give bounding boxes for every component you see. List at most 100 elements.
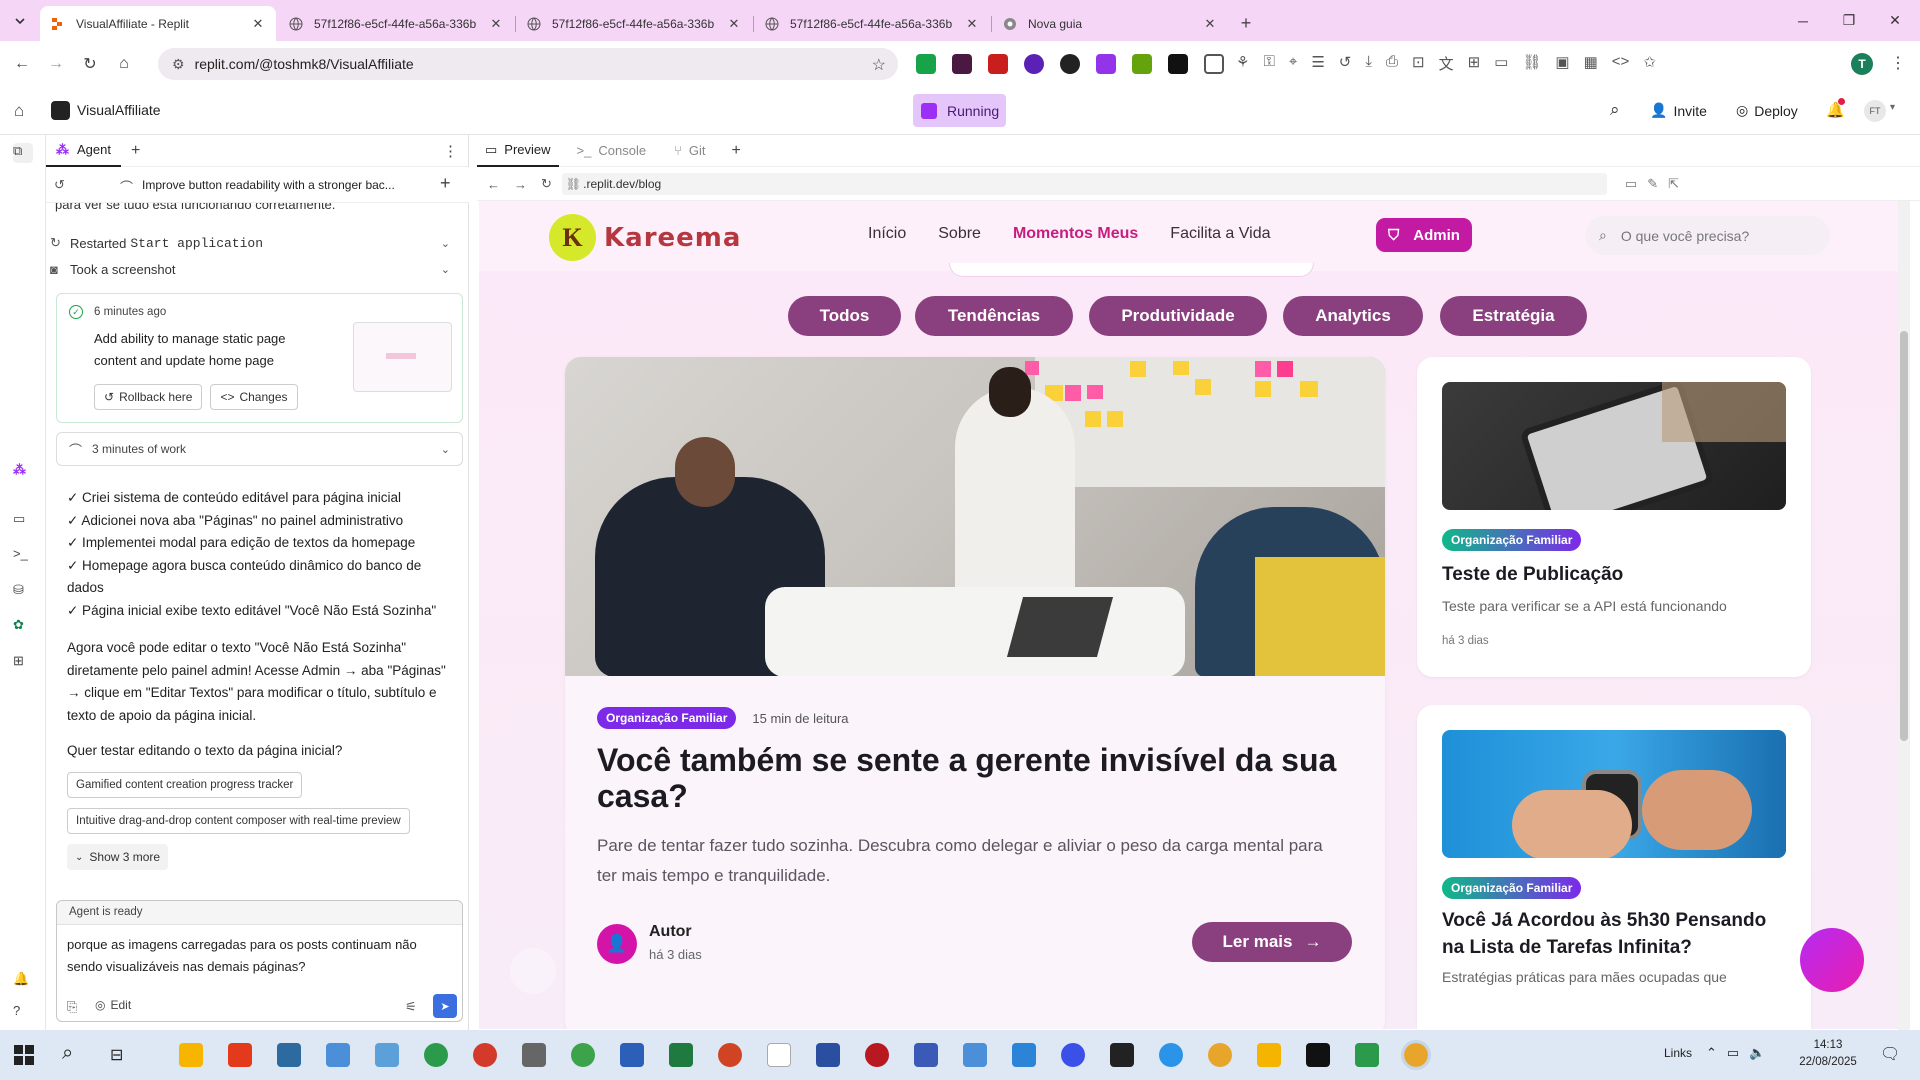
event-screenshot[interactable]: ◙ Took a screenshot ⌄ [50, 258, 450, 280]
preview-url-input[interactable]: ⛓ .replit.dev/blog [561, 173, 1607, 195]
open-new-window-icon[interactable]: ⇱ [1668, 176, 1679, 192]
browser-tab-2[interactable]: 57f12f86-e5cf-44fe-a56a-336b ✕ [516, 6, 754, 41]
edit-mode-button[interactable]: ◎ Edit [95, 998, 131, 1012]
tab-preview[interactable]: ▭ Preview [477, 134, 559, 167]
history-icon[interactable]: ↺ [54, 177, 65, 193]
alerts-icon[interactable]: 🔔 [13, 971, 33, 991]
extensions-puzzle-icon[interactable] [1204, 54, 1224, 74]
help-icon[interactable]: ? [13, 1003, 33, 1023]
system-clock[interactable]: 14:13 22/08/2025 [1798, 1037, 1858, 1071]
panel-menu-icon[interactable]: ⋮ [443, 142, 458, 160]
taskbar-app-icon[interactable] [963, 1043, 987, 1067]
admin-button[interactable]: ⛉ Admin [1376, 218, 1472, 252]
terminal-icon[interactable] [1110, 1043, 1134, 1067]
category-todos[interactable]: Todos [788, 296, 901, 336]
settings-sliders-icon[interactable]: ⚟ [405, 999, 417, 1015]
featured-post-card[interactable]: Organização Familiar 15 min de leitura V… [565, 357, 1385, 1029]
volume-icon[interactable]: 🔈 [1749, 1045, 1765, 1061]
reload-icon[interactable]: ↻ [541, 176, 552, 192]
home-icon[interactable]: ⌂ [107, 47, 141, 81]
site-logo[interactable]: K Kareema [549, 214, 741, 261]
secrets-icon[interactable]: ✿ [13, 617, 33, 637]
excel-icon[interactable] [669, 1043, 693, 1067]
taskbar-app-icon[interactable] [424, 1043, 448, 1067]
changes-button[interactable]: <> Changes [210, 384, 298, 410]
word-icon[interactable] [620, 1043, 644, 1067]
invite-button[interactable]: 👤 Invite [1642, 94, 1715, 127]
featured-post-title[interactable]: Você também se sente a gerente invisível… [597, 742, 1367, 814]
files-icon[interactable]: ⧉ [13, 143, 33, 163]
restore-window-icon[interactable]: ❐ [1826, 0, 1872, 41]
new-tab-button[interactable]: + [1230, 6, 1262, 41]
extension-icon[interactable] [1096, 54, 1116, 74]
location-icon[interactable]: ⌖ [1289, 53, 1297, 74]
cast-icon[interactable]: ▣ [1555, 53, 1569, 74]
category-estrategia[interactable]: Estratégia [1440, 296, 1587, 336]
work-summary-toggle[interactable]: ⌒ 3 minutes of work ⌄ [56, 432, 463, 466]
reading-mode-icon[interactable]: ▭ [1494, 53, 1508, 74]
reload-icon[interactable]: ↻ [73, 47, 107, 81]
preview-icon[interactable]: ▭ [13, 511, 33, 531]
taskbar-app-icon[interactable] [1012, 1043, 1036, 1067]
browser-tab-4[interactable]: Nova guia ✕ [992, 6, 1228, 41]
category-badge[interactable]: Organização Familiar [1442, 529, 1582, 551]
category-badge[interactable]: Organização Familiar [1442, 877, 1582, 899]
taskbar-app-icon[interactable] [1306, 1043, 1330, 1067]
notepad-icon[interactable] [767, 1043, 791, 1067]
powershell-icon[interactable] [816, 1043, 840, 1067]
extension-icon[interactable] [952, 54, 972, 74]
close-tab-icon[interactable]: ✕ [488, 16, 504, 32]
scrollbar-thumb[interactable] [1900, 331, 1908, 741]
history-icon[interactable]: ↺ [1339, 53, 1352, 74]
taskbar-app-icon[interactable] [473, 1043, 497, 1067]
links-toolbar[interactable]: Links [1664, 1046, 1692, 1060]
google-drive-icon[interactable] [1355, 1043, 1379, 1067]
extension-icon[interactable] [916, 54, 936, 74]
browser-tab-3[interactable]: 57f12f86-e5cf-44fe-a56a-336b ✕ [754, 6, 992, 41]
translate-icon[interactable]: 文 [1439, 53, 1454, 74]
forward-icon[interactable]: → [39, 47, 73, 81]
forward-icon[interactable]: → [514, 177, 527, 192]
taskbar-app-icon[interactable] [228, 1043, 252, 1067]
print-icon[interactable]: ⎙ [1386, 53, 1398, 74]
extension-icon[interactable] [1024, 54, 1044, 74]
apps-icon[interactable]: ⊞ [1468, 53, 1481, 74]
download-icon[interactable]: ⤓ [1365, 53, 1372, 74]
deploy-button[interactable]: ◎ Deploy [1728, 94, 1806, 127]
send-button[interactable]: ➤ [433, 994, 457, 1018]
category-badge[interactable]: Organização Familiar [597, 707, 737, 729]
all-tools-icon[interactable]: ⊞ [13, 653, 33, 673]
agent-icon[interactable]: ⁂ [13, 462, 33, 482]
devices-icon[interactable]: ▭ [1625, 176, 1637, 192]
taskbar-app-icon[interactable] [571, 1043, 595, 1067]
add-tab-icon[interactable]: + [131, 142, 140, 160]
site-info-icon[interactable]: ⚙ [172, 56, 185, 73]
notification-center-icon[interactable]: 🗨 [1880, 1044, 1900, 1064]
show-more-button[interactable]: ⌄ Show 3 more [67, 844, 169, 870]
extension-icon[interactable] [1060, 54, 1080, 74]
taskbar-app-icon[interactable] [1061, 1043, 1085, 1067]
extension-icon[interactable] [1132, 54, 1152, 74]
nav-link-facilita[interactable]: Facilita a Vida [1170, 225, 1270, 243]
close-tab-icon[interactable]: ✕ [726, 16, 742, 32]
key-icon[interactable]: ⚿ [1263, 53, 1274, 74]
link-icon[interactable]: ⛓ [1522, 53, 1541, 74]
reader-icon[interactable]: ☰ [1311, 53, 1324, 74]
taskbar-app-icon[interactable] [375, 1043, 399, 1067]
user-avatar[interactable]: FT [1864, 100, 1886, 122]
suggestion-chip[interactable]: Intuitive drag-and-drop content composer… [67, 808, 410, 834]
suggestion-chip[interactable]: Gamified content creation progress track… [67, 772, 303, 798]
bookmark-star-icon[interactable]: ☆ [872, 55, 886, 75]
chat-input[interactable]: porque as imagens carregadas para os pos… [67, 934, 447, 978]
taskbar-app-icon[interactable] [277, 1043, 301, 1067]
history-title[interactable]: Improve button readability with a strong… [142, 178, 395, 192]
windows-start-icon[interactable] [14, 1045, 34, 1065]
close-tab-icon[interactable]: ✕ [964, 16, 980, 32]
category-analytics[interactable]: Analytics [1283, 296, 1423, 336]
taskbar-app-icon[interactable] [865, 1043, 889, 1067]
site-search[interactable]: ⌕ O que você precisa? [1585, 216, 1830, 255]
table-icon[interactable]: ▦ [1584, 53, 1598, 74]
rollback-button[interactable]: ↺ Rollback here [94, 384, 203, 410]
chrome-icon[interactable] [1208, 1043, 1232, 1067]
scrollbar-track[interactable] [1898, 201, 1910, 1030]
